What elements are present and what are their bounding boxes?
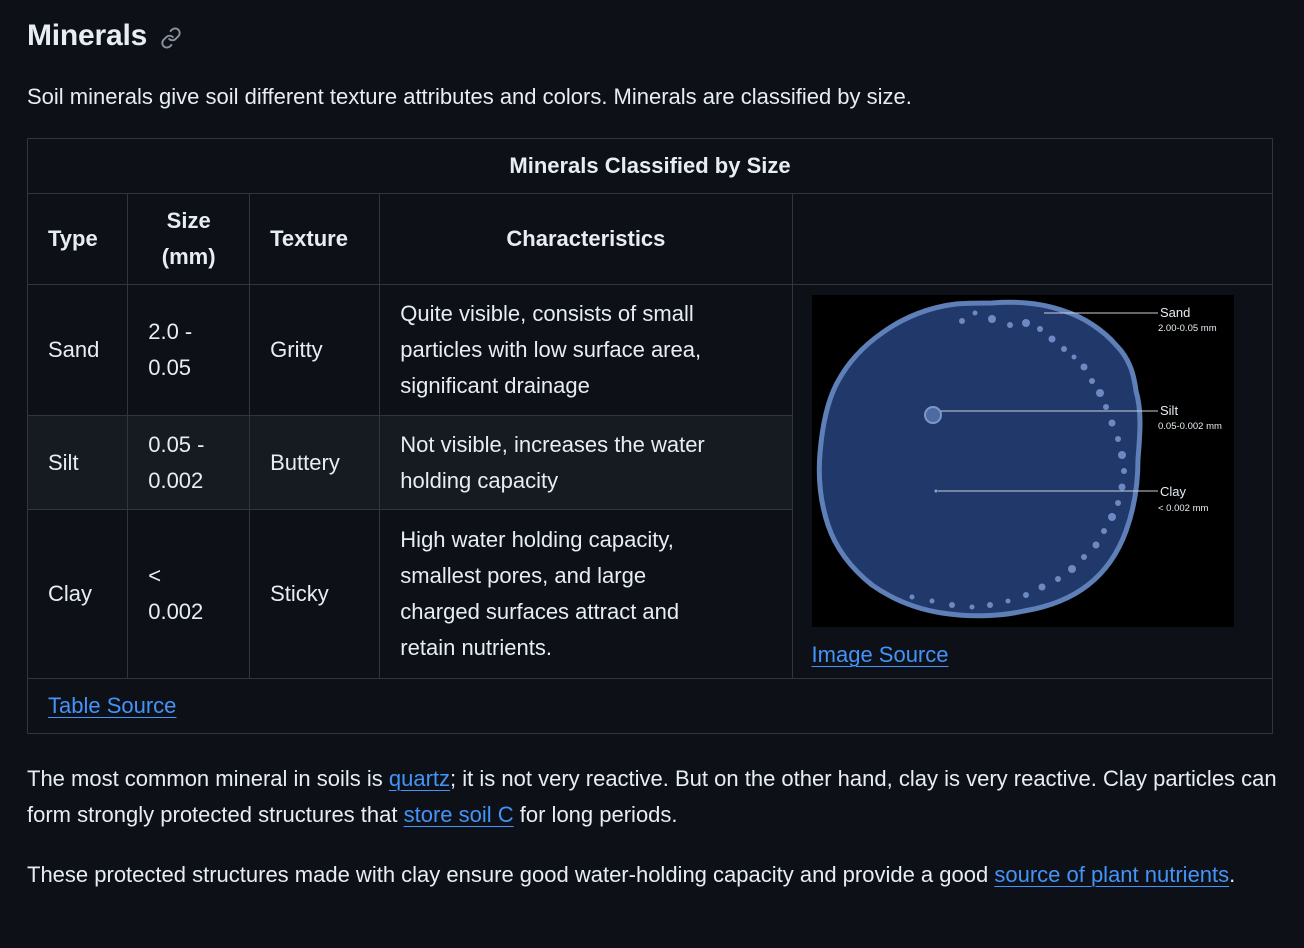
header-type: Type — [26, 193, 129, 285]
table-header-row: Type Size (mm) Texture Characteristics — [26, 193, 1274, 285]
page: Minerals Soil minerals give soil differe… — [0, 0, 1304, 948]
table-source-link[interactable]: Table Source — [48, 693, 176, 718]
table-footer: Table Source — [27, 678, 1273, 734]
sand-size-label: 2.00-0.05 mm — [1158, 323, 1217, 334]
table-caption-row: Minerals Classified by Size — [27, 138, 1273, 194]
soil-particles-diagram: Sand 2.00-0.05 mm Silt 0.05-0.002 mm Cla… — [811, 295, 1234, 627]
cell-image: Sand 2.00-0.05 mm Silt 0.05-0.002 mm Cla… — [791, 284, 1274, 679]
link-icon[interactable] — [159, 26, 183, 50]
cell-texture: Sticky — [249, 509, 381, 679]
store-soil-c-link[interactable]: store soil C — [404, 802, 514, 827]
cell-texture: Buttery — [249, 415, 381, 510]
paragraph-text: The most common mineral in soils is — [27, 766, 389, 791]
clay-size-label: < 0.002 mm — [1158, 503, 1209, 514]
cell-size: < 0.002 — [127, 509, 251, 679]
cell-size-line2: 0.05 — [148, 355, 192, 380]
silt-particle — [923, 406, 942, 424]
section-heading: Minerals — [27, 12, 183, 60]
cell-texture: Gritty — [249, 284, 381, 416]
clay-label: Clay — [1160, 484, 1187, 499]
table-footer-row: Table Source — [27, 678, 1273, 734]
silt-size-label: 0.05-0.002 mm — [1158, 421, 1222, 432]
cell-type: Silt — [26, 415, 129, 510]
table-row: Sand 2.0 - 0.05 Gritty Quite visible, co… — [26, 284, 1274, 679]
characteristics-line: particles with low surface area, — [400, 337, 702, 362]
header-texture: Texture — [249, 193, 381, 285]
plant-nutrients-link[interactable]: source of plant nutrients — [994, 862, 1229, 887]
characteristics-line: significant drainage — [400, 373, 590, 398]
cell-size-line1: < — [148, 563, 162, 588]
cell-size-line1: 0.05 - — [148, 431, 205, 457]
clay-particle — [934, 489, 938, 493]
paragraph-text: for long periods. — [513, 802, 678, 827]
header-image — [791, 193, 1274, 285]
header-characteristics: Characteristics — [379, 193, 793, 285]
characteristics-line: High water holding capacity, — [400, 527, 674, 552]
cell-size-line2: 0.002 — [148, 467, 204, 493]
cell-characteristics: Not visible, increases the water holding… — [379, 415, 793, 510]
cell-size: 0.05 - 0.002 — [127, 415, 251, 510]
quartz-link[interactable]: quartz — [389, 766, 450, 791]
header-size-line2: (mm) — [161, 244, 216, 269]
characteristics-line: retain nutrients. — [400, 635, 552, 660]
cell-characteristics: Quite visible, consists of small particl… — [379, 284, 793, 416]
cell-type: Sand — [26, 284, 129, 416]
particle-size-illustration: Sand 2.00-0.05 mm Silt 0.05-0.002 mm Cla… — [811, 295, 1234, 627]
characteristics-line: Not visible, increases the water — [400, 431, 705, 457]
cell-size-line1: 2.0 - — [148, 319, 193, 344]
characteristics-line: charged surfaces attract and — [400, 599, 680, 624]
cell-characteristics: High water holding capacity, smallest po… — [379, 509, 793, 679]
cell-type: Clay — [26, 509, 129, 679]
intro-paragraph: Soil minerals give soil different textur… — [27, 84, 912, 109]
characteristics-line: holding capacity — [400, 467, 559, 493]
image-source-link[interactable]: Image Source — [812, 637, 949, 673]
paragraph-text: . — [1229, 862, 1236, 887]
silt-label: Silt — [1160, 403, 1178, 418]
sand-label: Sand — [1160, 305, 1190, 320]
cell-size-line2: 0.002 — [148, 599, 204, 624]
table-caption: Minerals Classified by Size — [27, 138, 1273, 194]
section-title: Minerals — [27, 19, 148, 52]
characteristics-line: Quite visible, consists of small — [400, 301, 694, 326]
paragraph-text: These protected structures made with cla… — [27, 862, 995, 887]
paragraph-quartz: The most common mineral in soils is quar… — [27, 761, 1277, 833]
sand-grain-shape — [816, 299, 1142, 619]
header-size-line1: Size — [166, 208, 211, 233]
paragraph-clay-structures: These protected structures made with cla… — [27, 857, 1277, 893]
cell-size: 2.0 - 0.05 — [127, 284, 251, 416]
minerals-table: Minerals Classified by Size Type Size (m… — [26, 138, 1274, 734]
characteristics-line: smallest pores, and large — [400, 563, 647, 588]
header-size: Size (mm) — [127, 193, 251, 285]
